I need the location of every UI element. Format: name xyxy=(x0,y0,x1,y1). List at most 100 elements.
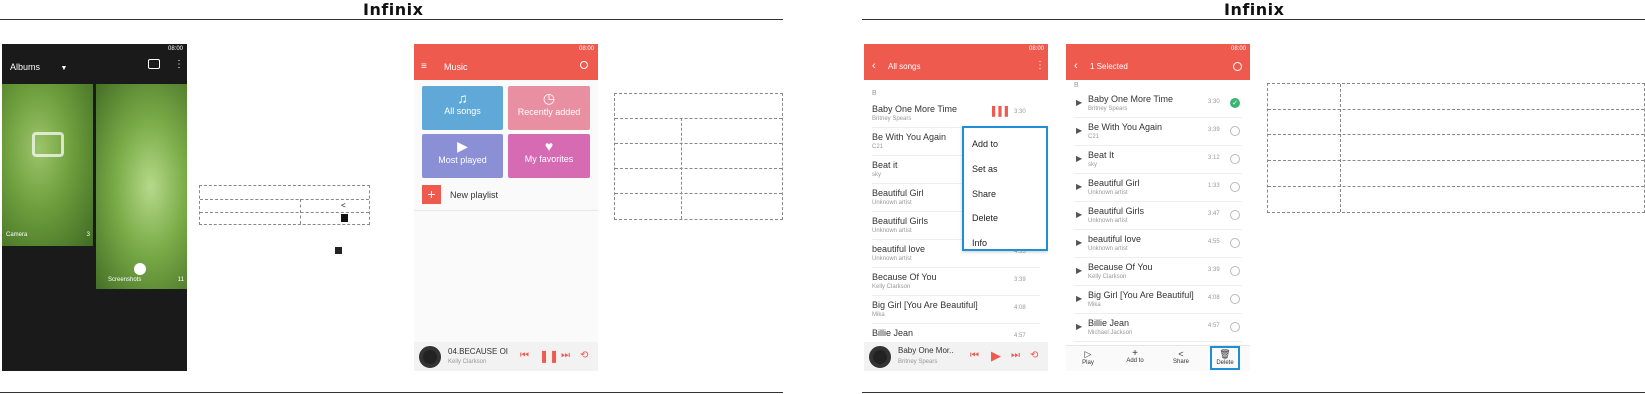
selection-title: 1 Selected xyxy=(1090,62,1128,71)
song-row[interactable]: ▶ Beautiful Girl Unknown artist 1:33 xyxy=(1074,175,1242,202)
tile-most-played[interactable]: ▶ Most played xyxy=(422,134,503,178)
select-all-icon[interactable] xyxy=(1233,62,1242,71)
toolbar-share[interactable]: < Share xyxy=(1168,349,1194,365)
now-playing-artist: Britney Spears xyxy=(898,359,938,365)
song-title: Billie Jean xyxy=(872,328,914,338)
checkbox-icon[interactable] xyxy=(1230,294,1240,304)
toolbar-label: Delete xyxy=(1216,360,1234,366)
menu-icon[interactable]: ≡ xyxy=(421,61,427,72)
song-title: Beautiful Girls xyxy=(872,216,929,226)
menu-info[interactable]: Info xyxy=(972,238,987,248)
checkbox-icon[interactable] xyxy=(1230,238,1240,248)
song-title: Because Of You xyxy=(1088,262,1153,272)
menu-share[interactable]: Share xyxy=(972,189,996,199)
next-icon[interactable]: ⏭ xyxy=(1011,350,1020,361)
album-label: Screenshots 11 xyxy=(100,277,184,283)
song-duration: 4:57 xyxy=(1208,323,1220,329)
play-icon[interactable]: ▶ xyxy=(1076,154,1082,163)
play-icon[interactable]: ▶ xyxy=(991,348,1001,364)
song-duration: 4:55 xyxy=(1208,239,1220,245)
selection-screenshot: 08:00 ‹ 1 Selected B ▶ Baby One More Time… xyxy=(1066,44,1250,371)
toolbar-play[interactable]: ▷ Play xyxy=(1076,349,1100,366)
status-time: 08:00 xyxy=(1028,46,1044,52)
play-icon[interactable]: ▶ xyxy=(1076,294,1082,303)
song-artist: Unknown artist xyxy=(872,200,912,206)
play-icon[interactable]: ▶ xyxy=(1076,210,1082,219)
song-artist: Unknown artist xyxy=(1088,246,1128,252)
album-art xyxy=(869,346,891,368)
album-count: 11 xyxy=(177,277,184,283)
menu-add-to[interactable]: Add to xyxy=(972,139,998,149)
menu-set-as[interactable]: Set as xyxy=(972,164,998,174)
albums-dropdown[interactable]: Albums ▼ xyxy=(10,62,67,72)
play-icon[interactable]: ▶ xyxy=(1076,266,1082,275)
toolbar-delete[interactable]: 🗑 Delete xyxy=(1210,346,1240,370)
gallery-screenshot: 08:00 Albums ▼ ⋮ Camera 3 Screenshots 11 xyxy=(2,44,187,371)
menu-delete[interactable]: Delete xyxy=(972,213,998,223)
checkbox-icon[interactable] xyxy=(1230,210,1240,220)
song-title: Beautiful Girls xyxy=(1088,206,1145,216)
music-title: Music xyxy=(444,62,468,72)
song-artist: Unknown artist xyxy=(872,256,912,262)
song-row[interactable]: Baby One More Time Britney Spears 3:30 ▌▌▌ xyxy=(872,101,1040,128)
plus-icon: + xyxy=(422,185,441,204)
tile-my-favorites[interactable]: ♥ My favorites xyxy=(508,134,590,178)
more-options-icon[interactable]: ⋮ xyxy=(174,59,184,70)
play-icon[interactable]: ▶ xyxy=(1076,98,1082,107)
tile-all-songs[interactable]: ♫ All songs xyxy=(422,86,503,130)
song-row[interactable]: ▶ Beat It sky 3:12 xyxy=(1074,147,1242,174)
now-playing-title: 04.BECAUSE OI xyxy=(448,347,509,356)
play-icon[interactable]: ▶ xyxy=(1076,322,1082,331)
back-icon[interactable]: ‹ xyxy=(1074,60,1078,72)
checkbox-checked-icon[interactable]: ✓ xyxy=(1230,98,1240,108)
music-note-icon: ♫ xyxy=(457,90,468,106)
toolbar-add-to[interactable]: + Add to xyxy=(1120,348,1150,365)
album-label: Camera 3 xyxy=(6,232,90,238)
song-row[interactable]: Big Girl [You Are Beautiful] Mika 4:08 xyxy=(872,297,1040,324)
mini-player[interactable]: 04.BECAUSE OI Kelly Clarkson ⏮ ❚❚ ⏭ ⟲ xyxy=(414,342,598,371)
more-options-icon[interactable]: ⋮ xyxy=(1035,60,1045,71)
toolbar-label: Play xyxy=(1082,360,1094,366)
new-playlist-row[interactable]: + New playlist xyxy=(422,185,590,205)
camera-icon[interactable] xyxy=(148,59,160,69)
previous-icon[interactable]: ⏮ xyxy=(970,350,979,361)
song-row[interactable]: ▶ Billie Jean Michael Jackson 4:57 xyxy=(1074,315,1242,342)
share-icon: < xyxy=(1178,349,1184,359)
song-row[interactable]: ▶ Baby One More Time Britney Spears 3:30 ✓ xyxy=(1074,91,1242,118)
checkbox-icon[interactable] xyxy=(1230,322,1240,332)
play-icon[interactable]: ▶ xyxy=(1076,238,1082,247)
selection-app-bar: 08:00 ‹ 1 Selected xyxy=(1066,44,1250,80)
plus-icon: + xyxy=(1132,348,1138,359)
song-row[interactable]: ▶ Beautiful Girls Unknown artist 3:47 xyxy=(1074,203,1242,230)
album-screenshots[interactable]: Screenshots 11 xyxy=(96,84,187,289)
song-title: Billie Jean xyxy=(1088,318,1130,328)
song-title: Beautiful Girl xyxy=(1088,178,1140,188)
search-icon[interactable] xyxy=(580,61,588,69)
play-outline-icon: ▷ xyxy=(1084,349,1092,359)
pause-icon[interactable]: ❚❚ xyxy=(539,349,559,363)
song-row[interactable]: ▶ Because Of You Kelly Clarkson 3:39 xyxy=(1074,259,1242,286)
album-art xyxy=(419,346,441,368)
clock-icon: ◷ xyxy=(542,90,556,106)
play-icon[interactable]: ▶ xyxy=(1076,126,1082,135)
shutter-button-icon xyxy=(134,263,146,275)
song-row[interactable]: ▶ beautiful love Unknown artist 4:55 xyxy=(1074,231,1242,258)
back-icon[interactable]: ‹ xyxy=(872,60,876,72)
tile-recently-added[interactable]: ◷ Recently added xyxy=(508,86,590,130)
repeat-icon[interactable]: ⟲ xyxy=(1030,350,1038,361)
song-row[interactable]: ▶ Be With You Again C21 3:39 xyxy=(1074,119,1242,146)
previous-icon[interactable]: ⏮ xyxy=(520,350,529,361)
mini-player[interactable]: Baby One Mor.. Britney Spears ⏮ ▶ ⏭ ⟲ xyxy=(864,342,1048,371)
checkbox-icon[interactable] xyxy=(1230,266,1240,276)
status-time: 08:00 xyxy=(578,46,594,52)
status-time: 08:00 xyxy=(1230,46,1246,52)
checkbox-icon[interactable] xyxy=(1230,154,1240,164)
checkbox-icon[interactable] xyxy=(1230,182,1240,192)
play-icon[interactable]: ▶ xyxy=(1076,182,1082,191)
song-row[interactable]: ▶ Big Girl [You Are Beautiful] Mika 4:08 xyxy=(1074,287,1242,314)
song-row[interactable]: Because Of You Kelly Clarkson 3:39 xyxy=(872,269,1040,296)
checkbox-icon[interactable] xyxy=(1230,126,1240,136)
next-icon[interactable]: ⏭ xyxy=(561,350,570,361)
repeat-icon[interactable]: ⟲ xyxy=(580,350,588,361)
album-camera[interactable]: Camera 3 xyxy=(2,84,93,246)
